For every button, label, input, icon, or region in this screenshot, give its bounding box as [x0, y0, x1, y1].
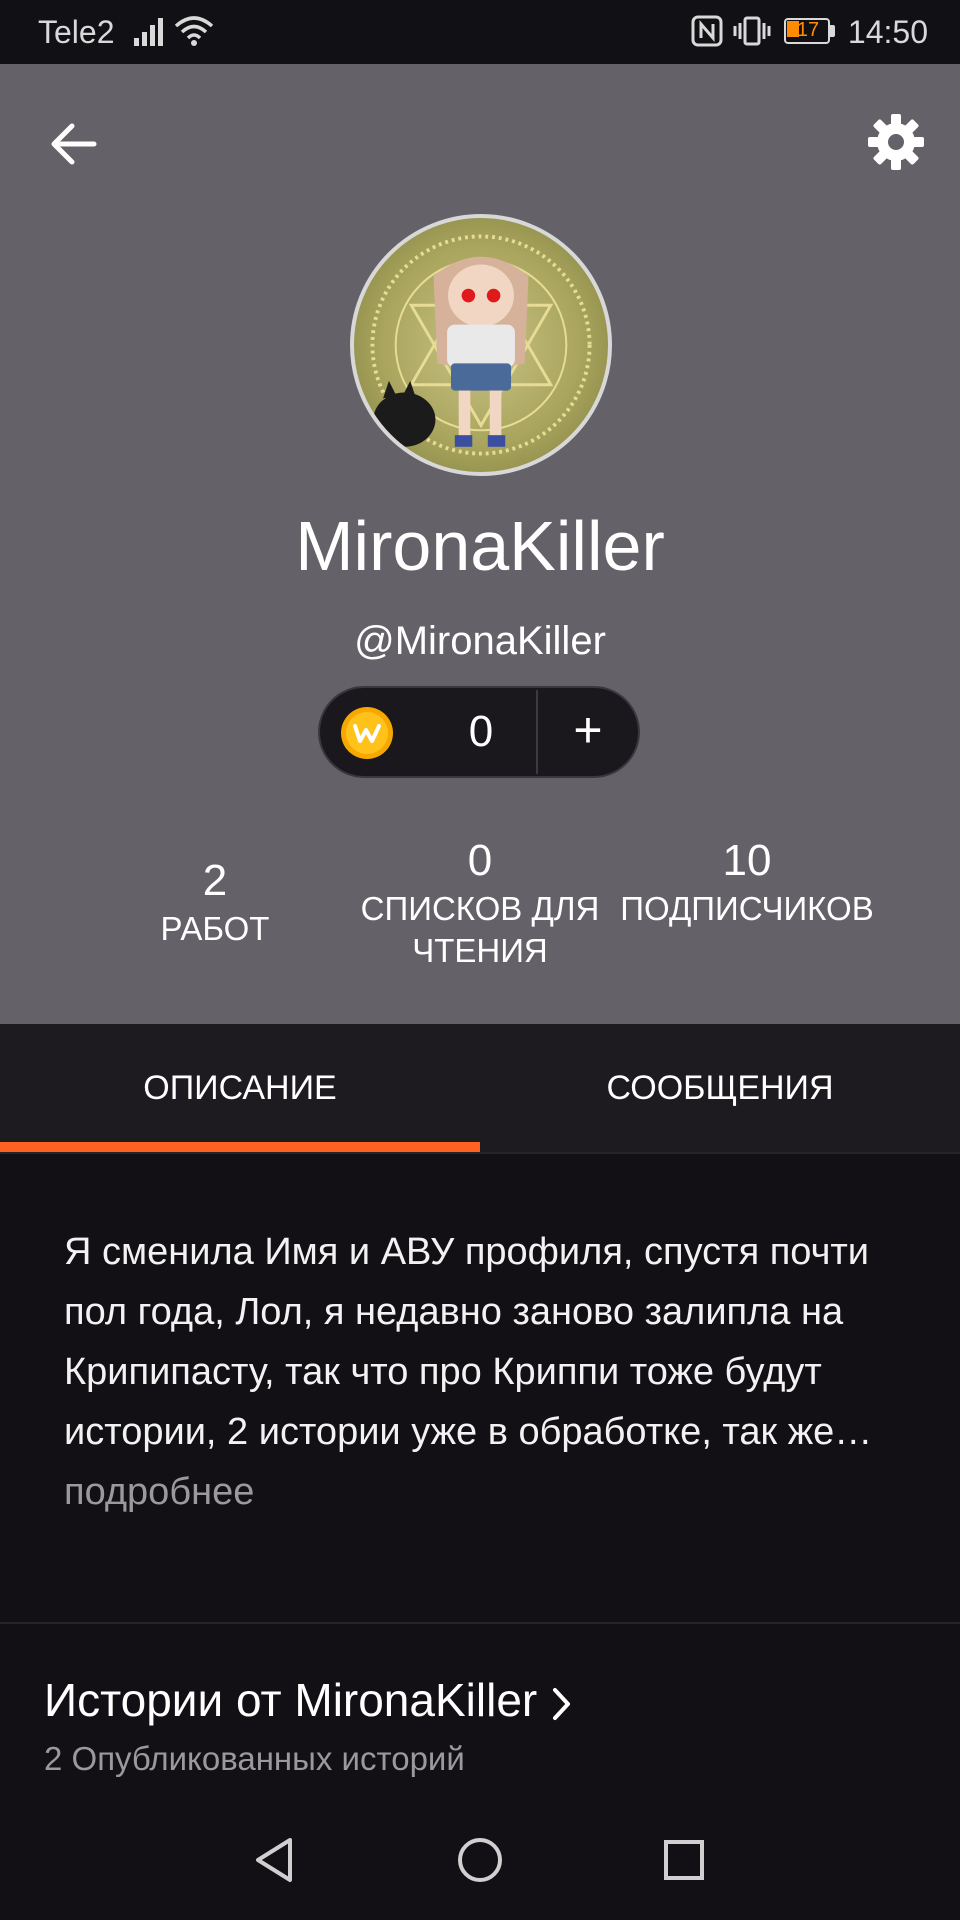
stat-followers-value: 10 — [722, 836, 772, 885]
stat-works-label: РАБОТ — [160, 910, 270, 947]
coin-count: 0 — [468, 707, 494, 756]
battery-level: 17 — [796, 19, 820, 41]
profile-description: Я сменила Имя и АВУ профиля, спустя почт… — [64, 1222, 884, 1522]
stat-works-value: 2 — [202, 856, 228, 905]
vibrate-icon — [733, 16, 771, 46]
tab-description[interactable]: ОПИСАНИЕ — [0, 1024, 480, 1152]
system-nav-bar — [0, 1800, 960, 1920]
back-arrow-icon[interactable] — [44, 114, 104, 174]
nav-back-icon[interactable] — [246, 1832, 302, 1888]
stories-count: 2 Опубликованных историй — [44, 1740, 465, 1777]
stories-section-title[interactable]: Истории от MironaKiller — [44, 1672, 573, 1728]
stat-reading-lists[interactable]: 0 СПИСКОВ ДЛЯ ЧТЕНИЯ — [340, 834, 620, 972]
section-divider — [0, 1622, 960, 1624]
status-bar: Tele2 17 14:50 — [0, 0, 960, 64]
carrier-name: Tele2 — [38, 14, 115, 50]
nav-recents-icon[interactable] — [656, 1832, 712, 1888]
description-text: Я сменила Имя и АВУ профиля, спустя почт… — [64, 1231, 873, 1453]
tab-messages[interactable]: СООБЩЕНИЯ — [480, 1024, 960, 1152]
wifi-icon — [174, 16, 214, 46]
signal-icon — [134, 18, 163, 46]
stories-title-text: Истории от MironaKiller — [44, 1674, 538, 1726]
wattpad-coin-icon — [341, 707, 393, 759]
avatar[interactable] — [350, 214, 612, 476]
display-name: MironaKiller — [295, 507, 665, 585]
nav-home-icon[interactable] — [452, 1832, 508, 1888]
tab-separator — [0, 1152, 960, 1154]
stat-works[interactable]: 2 РАБОТ — [110, 854, 320, 950]
username-handle: @MironaKiller — [354, 619, 606, 663]
clock: 14:50 — [847, 14, 928, 50]
add-coins-button[interactable]: + — [538, 688, 638, 776]
profile-tabs: ОПИСАНИЕ СООБЩЕНИЯ — [0, 1024, 960, 1152]
avatar-image — [370, 234, 592, 456]
profile-screen: Tele2 17 14:50 MironaKiller @MironaKille… — [0, 0, 960, 1920]
stat-reading-lists-value: 0 — [467, 836, 493, 885]
nfc-icon — [691, 15, 723, 47]
stat-followers[interactable]: 10 ПОДПИСЧИКОВ — [616, 834, 878, 930]
coin-balance[interactable]: 0 + — [318, 686, 640, 778]
stat-reading-lists-label: СПИСКОВ ДЛЯ ЧТЕНИЯ — [360, 890, 600, 969]
battery-icon: 17 — [784, 18, 838, 46]
read-more-link[interactable]: подробнее — [64, 1471, 254, 1513]
stat-followers-label: ПОДПИСЧИКОВ — [620, 890, 874, 927]
chevron-right-icon — [553, 1687, 571, 1720]
profile-header: MironaKiller @MironaKiller 0 + 2 РАБОТ 0… — [0, 64, 960, 1024]
gear-icon[interactable] — [866, 112, 926, 172]
active-tab-indicator — [0, 1142, 480, 1152]
